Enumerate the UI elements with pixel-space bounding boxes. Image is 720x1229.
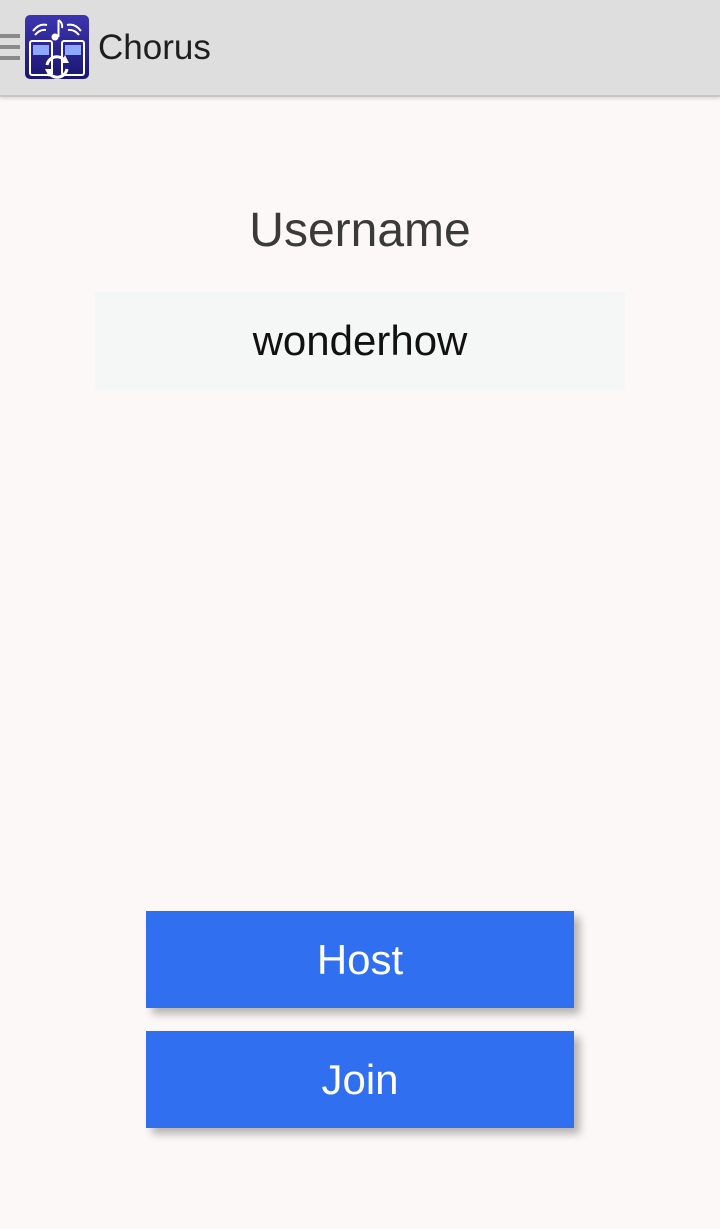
join-button[interactable]: Join bbox=[146, 1031, 574, 1128]
app-title: Chorus bbox=[98, 28, 211, 67]
hamburger-menu-icon[interactable] bbox=[0, 34, 20, 64]
host-button[interactable]: Host bbox=[146, 911, 574, 1008]
chorus-app-logo-icon[interactable] bbox=[25, 15, 89, 79]
username-label: Username bbox=[249, 204, 471, 257]
action-bar: Chorus bbox=[0, 0, 720, 97]
username-input[interactable] bbox=[95, 292, 625, 390]
